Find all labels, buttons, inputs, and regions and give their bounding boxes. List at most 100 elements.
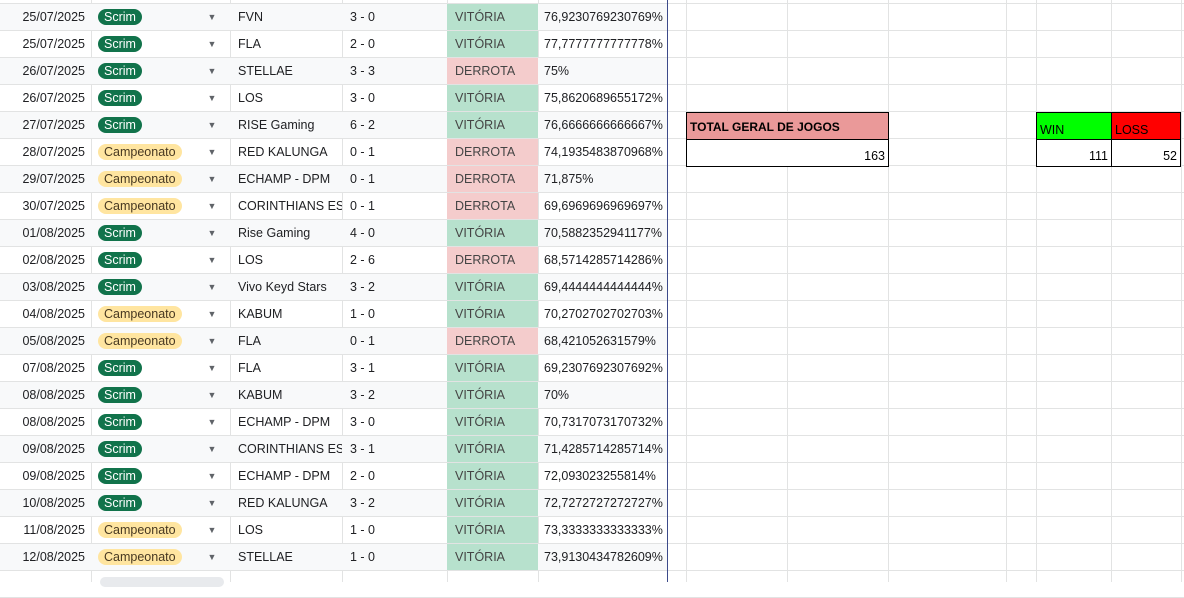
match-type-dropdown[interactable]: Scrim ▼ xyxy=(91,436,230,463)
opponent-cell[interactable]: RISE Gaming xyxy=(230,112,342,139)
win-rate-cell[interactable]: 72,093023255814% xyxy=(538,463,668,490)
score-cell[interactable]: 3 - 0 xyxy=(342,4,447,31)
match-type-chip[interactable]: Scrim xyxy=(98,225,142,241)
score-cell[interactable]: 1 - 0 xyxy=(342,544,447,571)
match-type-dropdown[interactable]: Scrim ▼ xyxy=(91,85,230,112)
result-cell[interactable]: VITÓRIA xyxy=(447,112,538,139)
opponent-cell[interactable]: LOS xyxy=(230,247,342,274)
score-cell[interactable]: 0 - 1 xyxy=(342,193,447,220)
match-type-dropdown[interactable]: Campeonato ▼ xyxy=(91,544,230,571)
match-type-chip[interactable]: Scrim xyxy=(98,117,142,133)
match-type-dropdown[interactable]: Scrim ▼ xyxy=(91,4,230,31)
result-cell[interactable]: VITÓRIA xyxy=(447,85,538,112)
chevron-down-icon[interactable]: ▼ xyxy=(207,220,217,247)
date-cell[interactable]: 28/07/2025 xyxy=(0,139,91,166)
match-type-dropdown[interactable]: Scrim ▼ xyxy=(91,247,230,274)
result-cell[interactable]: VITÓRIA xyxy=(447,490,538,517)
match-type-dropdown[interactable]: Campeonato ▼ xyxy=(91,193,230,220)
result-cell[interactable]: DERROTA xyxy=(447,139,538,166)
score-cell[interactable]: 3 - 1 xyxy=(342,436,447,463)
opponent-cell[interactable]: FLA xyxy=(230,355,342,382)
score-cell[interactable]: 3 - 2 xyxy=(342,490,447,517)
result-cell[interactable]: VITÓRIA xyxy=(447,436,538,463)
chevron-down-icon[interactable]: ▼ xyxy=(207,4,217,31)
total-games-value[interactable]: 163 xyxy=(686,140,889,167)
match-type-chip[interactable]: Scrim xyxy=(98,63,142,79)
score-cell[interactable]: 3 - 2 xyxy=(342,274,447,301)
win-rate-cell[interactable]: 75,8620689655172% xyxy=(538,85,668,112)
win-rate-cell[interactable]: 70,5882352941177% xyxy=(538,220,668,247)
date-cell[interactable]: 04/08/2025 xyxy=(0,301,91,328)
opponent-cell[interactable]: FLA xyxy=(230,328,342,355)
chevron-down-icon[interactable]: ▼ xyxy=(207,517,217,544)
result-cell[interactable]: DERROTA xyxy=(447,247,538,274)
result-cell[interactable]: VITÓRIA xyxy=(447,355,538,382)
date-cell[interactable]: 01/08/2025 xyxy=(0,220,91,247)
score-cell[interactable]: 3 - 0 xyxy=(342,85,447,112)
result-cell[interactable]: DERROTA xyxy=(447,193,538,220)
date-cell[interactable]: 29/07/2025 xyxy=(0,166,91,193)
match-type-dropdown[interactable]: Campeonato ▼ xyxy=(91,301,230,328)
date-cell[interactable]: 08/08/2025 xyxy=(0,409,91,436)
score-cell[interactable]: 2 - 0 xyxy=(342,463,447,490)
date-cell[interactable]: 25/07/2025 xyxy=(0,31,91,58)
score-cell[interactable]: 0 - 1 xyxy=(342,328,447,355)
result-cell[interactable]: VITÓRIA xyxy=(447,301,538,328)
date-cell[interactable]: 02/08/2025 xyxy=(0,247,91,274)
chevron-down-icon[interactable]: ▼ xyxy=(207,544,217,571)
score-cell[interactable]: 3 - 3 xyxy=(342,58,447,85)
result-cell[interactable]: VITÓRIA xyxy=(447,544,538,571)
date-cell[interactable]: 09/08/2025 xyxy=(0,436,91,463)
match-type-dropdown[interactable]: Campeonato ▼ xyxy=(91,166,230,193)
empty-dropdown-chip[interactable] xyxy=(100,577,224,587)
result-cell[interactable]: VITÓRIA xyxy=(447,31,538,58)
score-cell[interactable]: 6 - 2 xyxy=(342,112,447,139)
score-cell[interactable]: 3 - 0 xyxy=(342,409,447,436)
match-type-dropdown[interactable]: Campeonato ▼ xyxy=(91,328,230,355)
match-type-chip[interactable]: Scrim xyxy=(98,279,142,295)
opponent-cell[interactable]: CORINTHIANS ESPORTS xyxy=(230,193,342,220)
opponent-cell[interactable]: LOS xyxy=(230,517,342,544)
spreadsheet-grid[interactable]: 25/07/2025 Scrim ▼ FVN 3 - 0 VITÓRIA 76,923076… xyxy=(0,0,1184,598)
score-cell[interactable]: 4 - 0 xyxy=(342,220,447,247)
opponent-cell[interactable]: KABUM xyxy=(230,301,342,328)
score-cell[interactable]: 1 - 0 xyxy=(342,517,447,544)
match-type-dropdown[interactable]: Scrim ▼ xyxy=(91,382,230,409)
win-rate-cell[interactable]: 76,6666666666667% xyxy=(538,112,668,139)
result-cell[interactable]: DERROTA xyxy=(447,328,538,355)
match-type-dropdown[interactable]: Scrim ▼ xyxy=(91,409,230,436)
match-type-chip[interactable]: Campeonato xyxy=(98,333,182,349)
match-type-chip[interactable]: Scrim xyxy=(98,414,142,430)
win-rate-cell[interactable]: 71,4285714285714% xyxy=(538,436,668,463)
win-rate-cell[interactable]: 69,2307692307692% xyxy=(538,355,668,382)
date-cell[interactable]: 11/08/2025 xyxy=(0,517,91,544)
match-type-dropdown[interactable]: Scrim ▼ xyxy=(91,274,230,301)
opponent-cell[interactable]: FLA xyxy=(230,31,342,58)
match-type-chip[interactable]: Campeonato xyxy=(98,522,182,538)
win-rate-cell[interactable]: 69,4444444444444% xyxy=(538,274,668,301)
result-cell[interactable]: VITÓRIA xyxy=(447,220,538,247)
win-rate-cell[interactable]: 72,7272727272727% xyxy=(538,490,668,517)
date-cell[interactable]: 27/07/2025 xyxy=(0,112,91,139)
match-type-chip[interactable]: Scrim xyxy=(98,495,142,511)
match-type-chip[interactable]: Campeonato xyxy=(98,549,182,565)
result-cell[interactable]: VITÓRIA xyxy=(447,517,538,544)
total-games-label[interactable]: TOTAL GERAL DE JOGOS xyxy=(686,112,889,140)
win-rate-cell[interactable]: 70,2702702702703% xyxy=(538,301,668,328)
match-type-dropdown[interactable]: Scrim ▼ xyxy=(91,463,230,490)
date-cell[interactable]: 10/08/2025 xyxy=(0,490,91,517)
date-cell[interactable]: 12/08/2025 xyxy=(0,544,91,571)
chevron-down-icon[interactable]: ▼ xyxy=(207,328,217,355)
result-cell[interactable]: DERROTA xyxy=(447,166,538,193)
chevron-down-icon[interactable]: ▼ xyxy=(207,409,217,436)
chevron-down-icon[interactable]: ▼ xyxy=(207,31,217,58)
opponent-cell[interactable]: Vivo Keyd Stars xyxy=(230,274,342,301)
chevron-down-icon[interactable]: ▼ xyxy=(207,382,217,409)
date-cell[interactable]: 26/07/2025 xyxy=(0,85,91,112)
opponent-cell[interactable]: ECHAMP - DPM xyxy=(230,166,342,193)
chevron-down-icon[interactable]: ▼ xyxy=(207,112,217,139)
win-rate-cell[interactable]: 76,9230769230769% xyxy=(538,4,668,31)
opponent-cell[interactable]: Rise Gaming xyxy=(230,220,342,247)
match-type-dropdown[interactable]: Scrim ▼ xyxy=(91,58,230,85)
chevron-down-icon[interactable]: ▼ xyxy=(207,355,217,382)
